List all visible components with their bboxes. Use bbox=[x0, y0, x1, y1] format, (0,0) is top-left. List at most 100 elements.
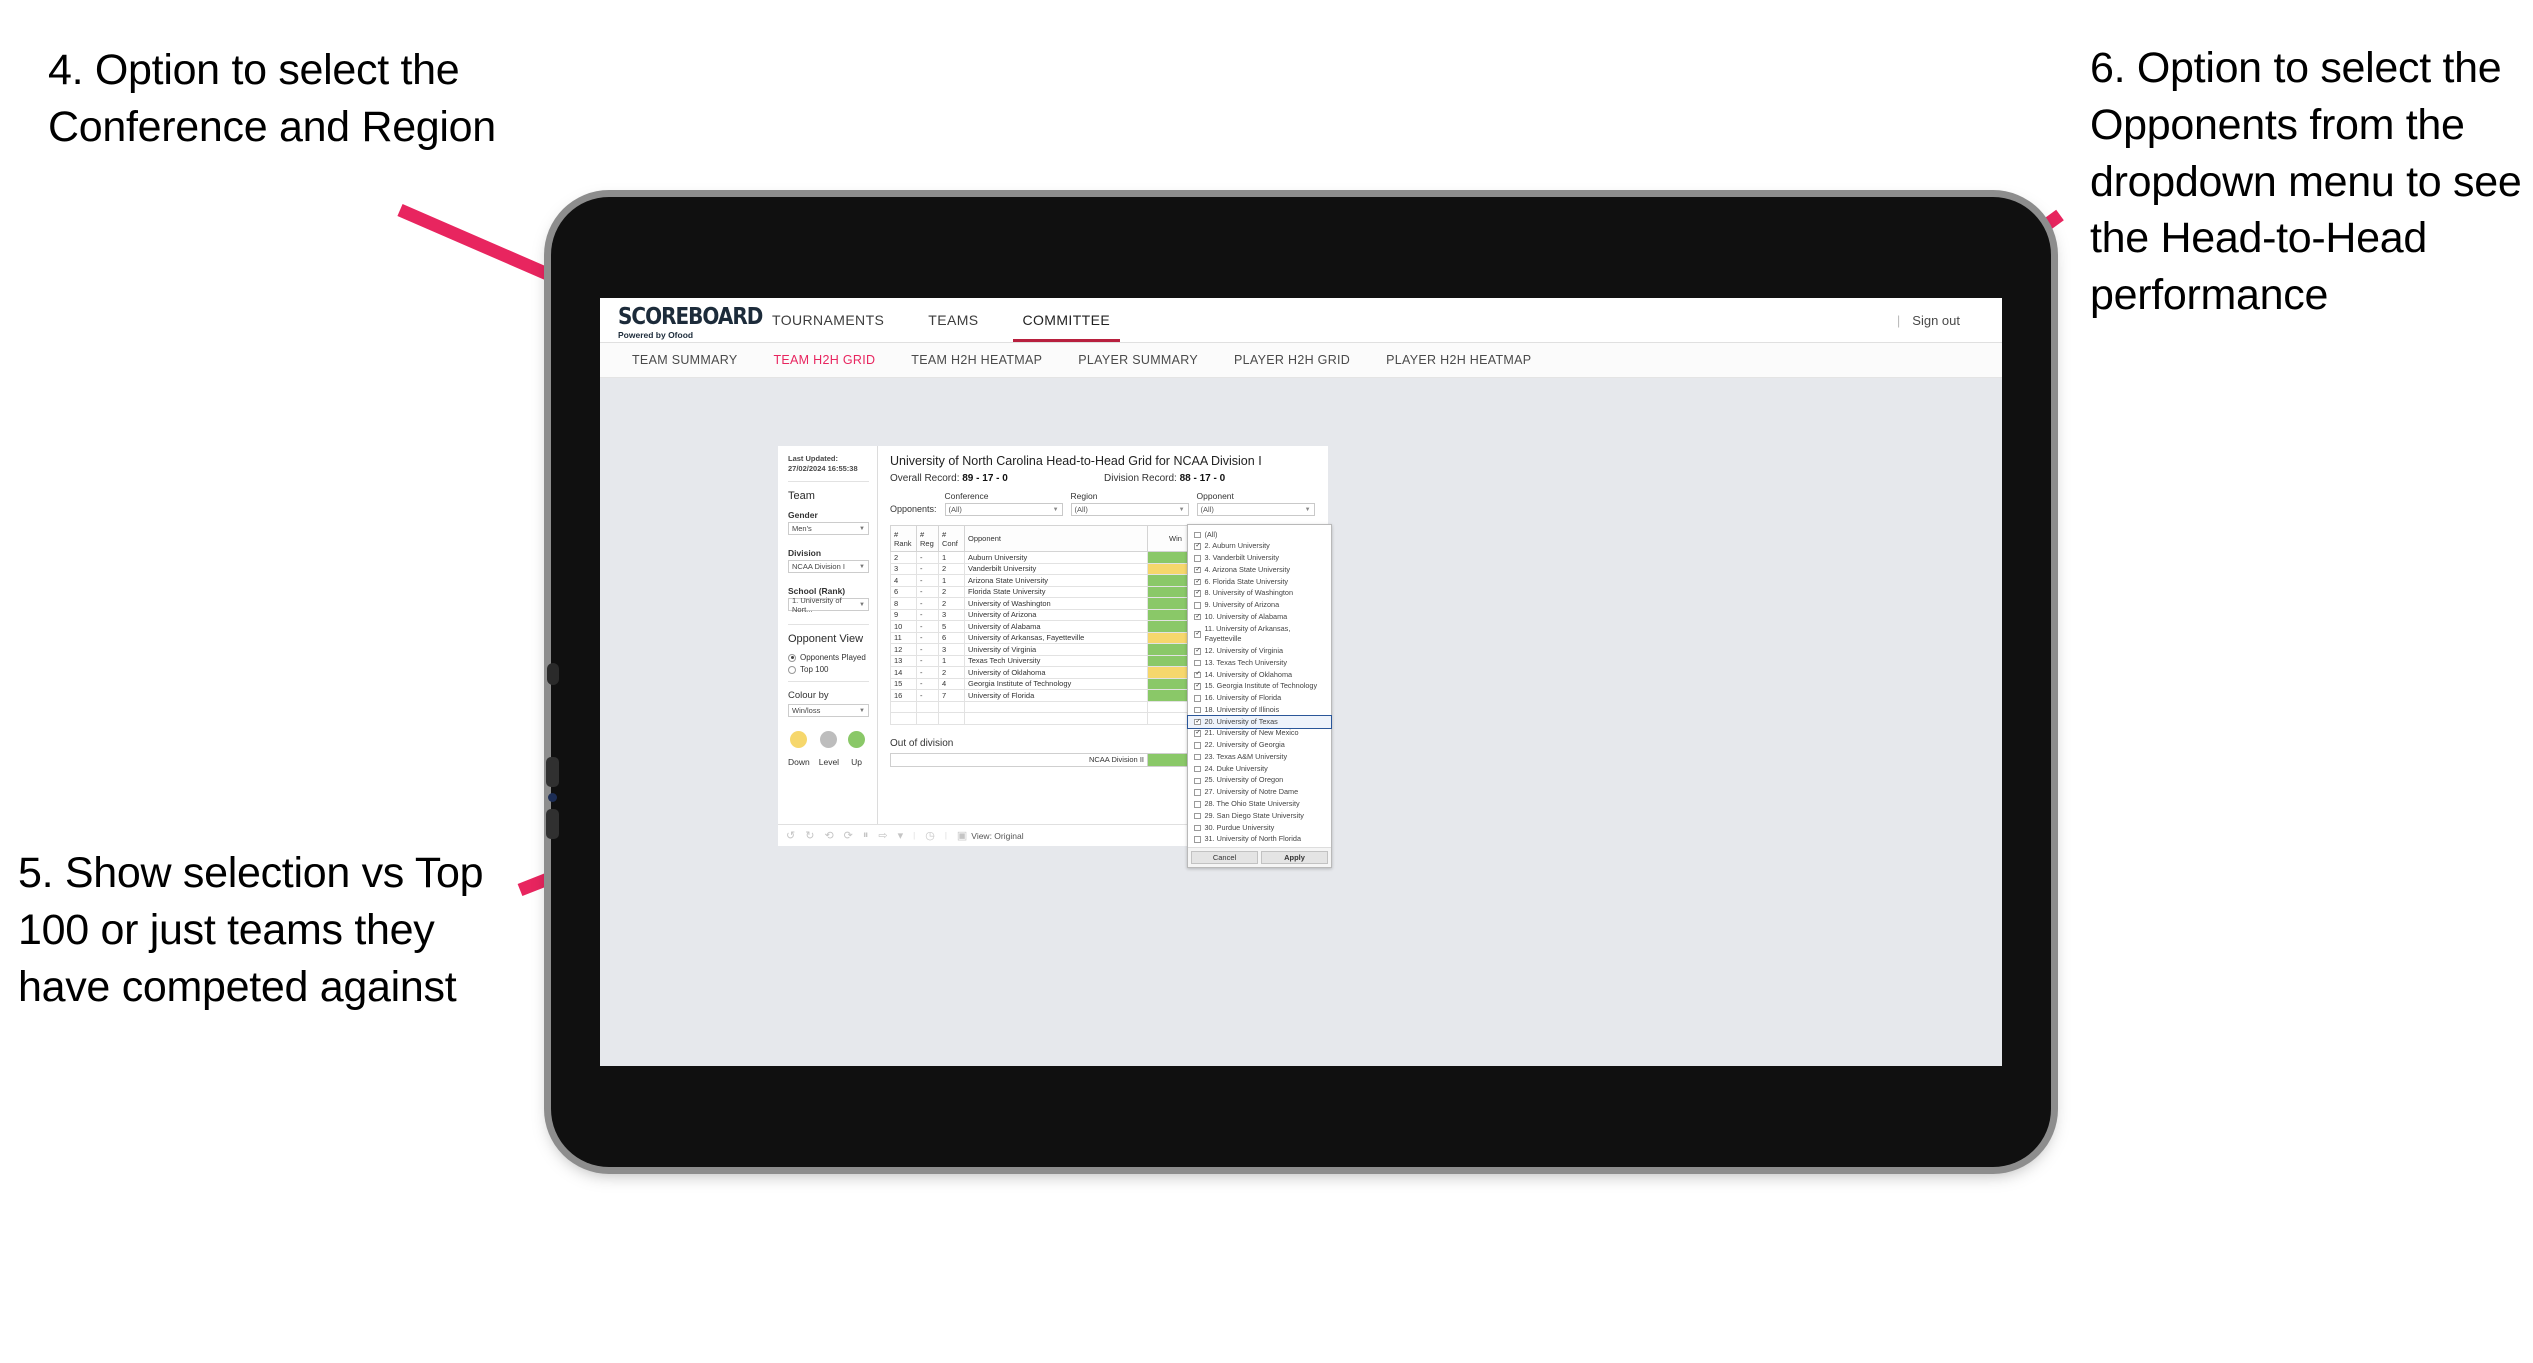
tablet-volume-up-button[interactable] bbox=[546, 757, 559, 787]
app-logo[interactable]: SCOREBOARD Powered by Ofood bbox=[600, 298, 763, 342]
checkbox-checked-icon[interactable] bbox=[1194, 683, 1201, 690]
opponent-option[interactable]: 24. Duke University bbox=[1188, 763, 1331, 775]
opponent-option[interactable]: 6. Florida State University bbox=[1188, 576, 1331, 588]
checkbox-icon[interactable] bbox=[1194, 555, 1201, 562]
checkbox-icon[interactable] bbox=[1194, 765, 1201, 773]
checkbox-checked-icon[interactable] bbox=[1194, 719, 1201, 726]
col-conf[interactable]: # Conf bbox=[938, 525, 965, 552]
checkbox-icon[interactable] bbox=[1194, 659, 1201, 667]
opponent-option[interactable]: 28. The Ohio State University bbox=[1188, 798, 1331, 810]
division-select[interactable]: NCAA Division I ▼ bbox=[788, 560, 869, 574]
colour-legend: Down Level Up bbox=[788, 731, 869, 770]
checkbox-checked-icon[interactable] bbox=[1194, 614, 1201, 621]
subnav-player-h2h-heatmap[interactable]: PLAYER H2H HEATMAP bbox=[1368, 353, 1549, 367]
opponent-option[interactable]: 4. Arizona State University bbox=[1188, 564, 1331, 576]
checkbox-icon[interactable] bbox=[1194, 753, 1201, 761]
conference-select[interactable]: (All) ▼ bbox=[944, 503, 1063, 516]
opponent-option[interactable]: (All) bbox=[1188, 529, 1331, 541]
checkbox-icon[interactable] bbox=[1194, 824, 1201, 832]
checkbox-icon[interactable] bbox=[1194, 742, 1201, 749]
nav-item-committee[interactable]: COMMITTEE bbox=[1001, 298, 1133, 342]
signout-link[interactable]: Sign out bbox=[1912, 313, 1960, 328]
opponent-option[interactable]: 13. Texas Tech University bbox=[1188, 657, 1331, 669]
share-icon[interactable]: ⇨ bbox=[878, 829, 887, 842]
revert-icon[interactable]: ⟲ bbox=[824, 829, 833, 842]
gender-select[interactable]: Men's ▼ bbox=[788, 522, 869, 536]
checkbox-icon[interactable] bbox=[1194, 836, 1201, 843]
opponent-option[interactable]: 9. University of Arizona bbox=[1188, 600, 1331, 612]
view-original-button[interactable]: ▣ View: Original bbox=[957, 829, 1024, 842]
subnav-team-h2h-heatmap[interactable]: TEAM H2H HEATMAP bbox=[893, 353, 1060, 367]
checkbox-checked-icon[interactable] bbox=[1194, 579, 1201, 586]
opponent-option[interactable]: 25. University of Oregon bbox=[1188, 775, 1331, 787]
opponent-option[interactable]: 20. University of Texas bbox=[1187, 715, 1332, 729]
col-opponent[interactable]: Opponent bbox=[964, 525, 1148, 552]
nav-item-tournaments[interactable]: TOURNAMENTS bbox=[750, 298, 906, 342]
opponent-option[interactable]: 16. University of Florida bbox=[1188, 693, 1331, 705]
nav-item-teams[interactable]: TEAMS bbox=[906, 298, 1000, 342]
checkbox-icon[interactable] bbox=[1194, 789, 1201, 796]
opponent-option-list[interactable]: (All) 2. Auburn University 3. Vanderbilt U… bbox=[1187, 525, 1332, 847]
chevron-down-icon[interactable]: ▾ bbox=[898, 829, 904, 842]
cancel-button[interactable]: Cancel bbox=[1191, 851, 1258, 865]
checkbox-icon[interactable] bbox=[1194, 695, 1201, 702]
radio-opponents-played[interactable]: Opponents Played bbox=[788, 653, 869, 662]
opponent-option[interactable]: 3. Vanderbilt University bbox=[1188, 553, 1331, 565]
radio-top-100[interactable]: Top 100 bbox=[788, 665, 869, 674]
checkbox-checked-icon[interactable] bbox=[1194, 671, 1201, 679]
subnav-team-summary[interactable]: TEAM SUMMARY bbox=[614, 353, 755, 367]
opponent-option[interactable]: 12. University of Virginia bbox=[1188, 645, 1331, 657]
cell-rank: 6 bbox=[890, 585, 917, 598]
cell-reg: - bbox=[916, 574, 939, 587]
undo-icon[interactable]: ↺ bbox=[786, 829, 795, 842]
opponent-option[interactable]: 11. University of Arkansas, Fayetteville bbox=[1188, 623, 1331, 645]
redo-icon[interactable]: ↻ bbox=[805, 829, 814, 842]
col-rank[interactable]: # Rank bbox=[890, 525, 917, 552]
history-icon[interactable]: ◷ bbox=[925, 829, 935, 842]
opponent-option[interactable]: 27. University of Notre Dame bbox=[1188, 787, 1331, 799]
tablet-volume-down-button[interactable] bbox=[546, 809, 559, 839]
checkbox-checked-icon[interactable] bbox=[1194, 730, 1201, 737]
checkbox-icon[interactable] bbox=[1194, 812, 1201, 820]
checkbox-icon[interactable] bbox=[1194, 706, 1201, 714]
region-select[interactable]: (All) ▼ bbox=[1070, 503, 1189, 516]
tablet-lens-icon bbox=[548, 793, 557, 802]
checkbox-checked-icon[interactable] bbox=[1194, 567, 1201, 574]
checkbox-icon[interactable] bbox=[1194, 531, 1201, 539]
opponent-option[interactable]: 21. University of New Mexico bbox=[1188, 728, 1331, 740]
checkbox-icon[interactable] bbox=[1194, 777, 1201, 785]
col-reg[interactable]: # Reg bbox=[916, 525, 939, 552]
colour-by-select[interactable]: Win/loss ▼ bbox=[788, 704, 869, 718]
opponent-option[interactable]: 2. Auburn University bbox=[1188, 541, 1331, 553]
gender-label: Gender bbox=[788, 510, 818, 521]
subnav-player-summary[interactable]: PLAYER SUMMARY bbox=[1060, 353, 1216, 367]
opponent-dropdown-panel[interactable]: (All) 2. Auburn University 3. Vanderbilt U… bbox=[1187, 524, 1332, 869]
opponent-option[interactable]: 30. Purdue University bbox=[1188, 822, 1331, 834]
opponent-select[interactable]: (All) ▼ bbox=[1196, 503, 1315, 516]
tablet-device-frame: SCOREBOARD Powered by Ofood TOURNAMENTS … bbox=[546, 197, 2051, 1167]
opponent-option[interactable]: 8. University of Washington bbox=[1188, 588, 1331, 600]
cell-rank: 11 bbox=[890, 631, 917, 644]
opponent-option[interactable]: 18. University of Illinois bbox=[1188, 704, 1331, 716]
opponent-option[interactable]: 29. San Diego State University bbox=[1188, 810, 1331, 822]
school-select[interactable]: 1. University of Nort... ▼ bbox=[788, 596, 869, 614]
pause-icon[interactable]: ⏸ bbox=[863, 829, 869, 842]
school-label: School (Rank) bbox=[788, 586, 846, 597]
subnav-player-h2h-grid[interactable]: PLAYER H2H GRID bbox=[1216, 353, 1368, 367]
colour-by-value: Win/loss bbox=[792, 706, 821, 716]
apply-button[interactable]: Apply bbox=[1261, 851, 1328, 865]
checkbox-checked-icon[interactable] bbox=[1194, 631, 1201, 638]
opponent-option[interactable]: 15. Georgia Institute of Technology bbox=[1188, 681, 1331, 693]
opponent-option[interactable]: 10. University of Alabama bbox=[1188, 611, 1331, 623]
opponent-option[interactable]: 14. University of Oklahoma bbox=[1188, 669, 1331, 681]
opponent-option[interactable]: 31. University of North Florida bbox=[1188, 834, 1331, 846]
subnav-team-h2h-grid[interactable]: TEAM H2H GRID bbox=[755, 353, 893, 367]
checkbox-checked-icon[interactable] bbox=[1194, 543, 1201, 550]
checkbox-icon[interactable] bbox=[1194, 602, 1201, 609]
opponent-option[interactable]: 22. University of Georgia bbox=[1188, 740, 1331, 752]
checkbox-icon[interactable] bbox=[1194, 801, 1201, 808]
checkbox-checked-icon[interactable] bbox=[1194, 590, 1201, 597]
refresh-icon[interactable]: ⟳ bbox=[844, 829, 853, 842]
checkbox-checked-icon[interactable] bbox=[1194, 648, 1201, 655]
opponent-option[interactable]: 23. Texas A&M University bbox=[1188, 751, 1331, 763]
